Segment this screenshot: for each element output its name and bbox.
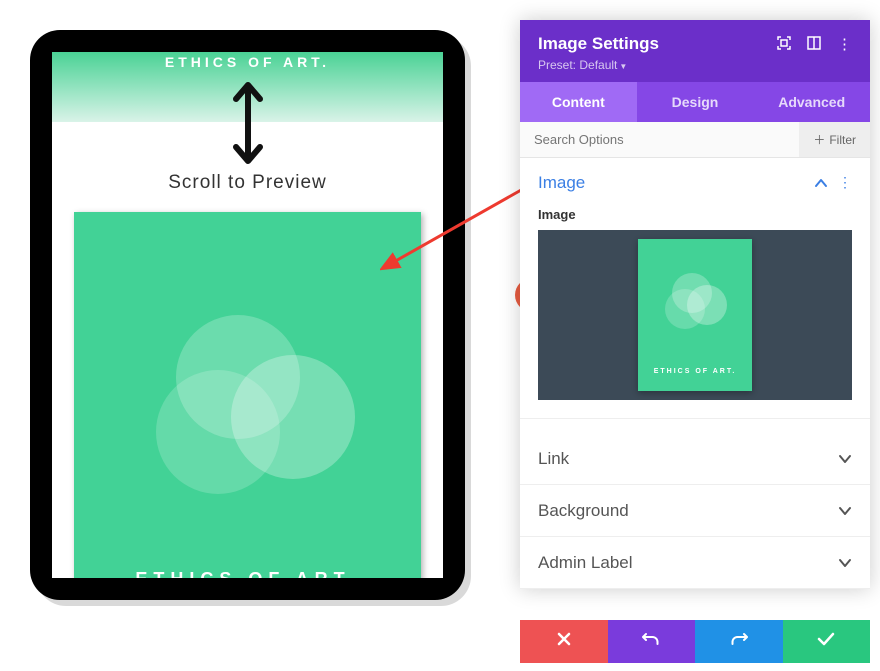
filter-button[interactable]: ＋ Filter — [799, 122, 870, 157]
section-image: Image ⋮ Image — [520, 158, 870, 419]
redo-icon — [730, 631, 748, 652]
section-admin-label-header[interactable]: Admin Label — [520, 537, 870, 588]
undo-icon — [642, 631, 660, 652]
settings-panel: Image Settings ⋮ Preset: Default▼ Conten… — [520, 20, 870, 589]
panel-body: Image ⋮ Image — [520, 158, 870, 589]
chevron-down-icon: ▼ — [619, 62, 627, 71]
thumb-title: ETHICS OF ART. — [654, 368, 737, 375]
action-bar — [520, 620, 870, 663]
image-thumbnail: ETHICS OF ART. — [638, 239, 752, 391]
redo-button[interactable] — [695, 620, 783, 663]
preset-selector[interactable]: Preset: Default▼ — [538, 58, 852, 72]
chevron-down-icon — [838, 551, 852, 574]
top-banner-text: ETHICS OF ART. — [165, 54, 330, 70]
chevron-down-icon — [838, 499, 852, 522]
preview-book-card: ETHICS OF ART. — [74, 212, 421, 578]
section-image-header[interactable]: Image ⋮ — [520, 158, 870, 207]
section-background: Background — [520, 485, 870, 537]
panel-title: Image Settings — [538, 34, 659, 54]
book-title: ETHICS OF ART. — [135, 569, 359, 578]
search-input[interactable] — [520, 122, 799, 157]
section-link: Link — [520, 433, 870, 485]
section-link-title: Link — [538, 449, 569, 469]
columns-icon[interactable] — [807, 36, 821, 53]
preset-label: Preset: Default — [538, 58, 617, 72]
tab-design[interactable]: Design — [637, 82, 754, 122]
section-background-title: Background — [538, 501, 629, 521]
section-more-icon[interactable]: ⋮ — [838, 174, 852, 191]
tabs: Content Design Advanced — [520, 82, 870, 122]
more-icon[interactable]: ⋮ — [837, 37, 852, 52]
section-image-title: Image — [538, 173, 585, 193]
scroll-to-preview-label: Scroll to Preview — [52, 172, 443, 194]
check-icon — [817, 632, 835, 651]
image-field-label: Image — [538, 207, 852, 222]
chevron-down-icon — [838, 447, 852, 470]
section-admin-label-title: Admin Label — [538, 553, 633, 573]
section-admin-label: Admin Label — [520, 537, 870, 589]
search-row: ＋ Filter — [520, 122, 870, 158]
venn-diagram-icon — [660, 269, 730, 333]
save-button[interactable] — [783, 620, 871, 663]
venn-diagram-icon — [138, 302, 358, 502]
tablet-screen: ETHICS OF ART. Scroll to Preview ETHICS … — [52, 52, 443, 578]
tab-content[interactable]: Content — [520, 82, 637, 122]
chevron-up-icon — [814, 172, 828, 193]
expand-icon[interactable] — [777, 36, 791, 53]
tab-advanced[interactable]: Advanced — [753, 82, 870, 122]
section-background-header[interactable]: Background — [520, 485, 870, 536]
panel-header: Image Settings ⋮ Preset: Default▼ — [520, 20, 870, 82]
undo-button[interactable] — [608, 620, 696, 663]
plus-icon: ＋ — [813, 131, 825, 148]
tablet-frame: ETHICS OF ART. Scroll to Preview ETHICS … — [30, 30, 465, 600]
image-preview[interactable]: ETHICS OF ART. — [538, 230, 852, 400]
filter-label: Filter — [829, 133, 856, 147]
cancel-button[interactable] — [520, 620, 608, 663]
section-link-header[interactable]: Link — [520, 433, 870, 484]
scroll-arrow-icon — [231, 77, 265, 169]
close-icon — [556, 631, 572, 652]
